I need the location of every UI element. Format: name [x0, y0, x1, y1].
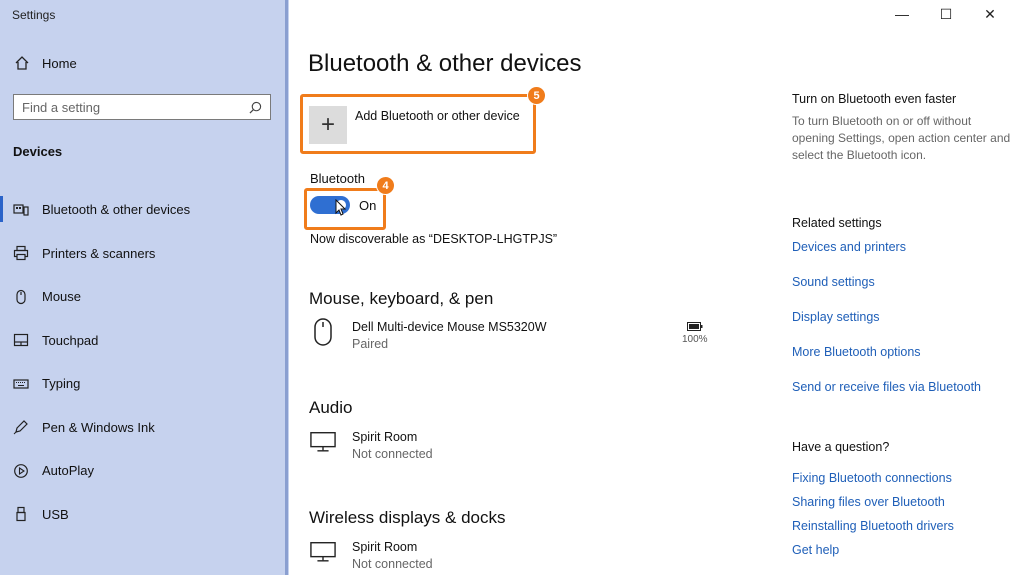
usb-icon: [16, 507, 26, 522]
sidebar: Settings Home Find a setting Devices Blu…: [0, 0, 289, 575]
link-display-settings[interactable]: Display settings: [792, 310, 880, 324]
device-mouse[interactable]: Dell Multi-device Mouse MS5320W Paired: [310, 318, 547, 351]
tip-title: Turn on Bluetooth even faster: [792, 92, 957, 106]
link-devices-printers[interactable]: Devices and printers: [792, 240, 906, 254]
link-sound-settings[interactable]: Sound settings: [792, 275, 875, 289]
mouse-icon: [310, 318, 336, 346]
sidebar-item-typing[interactable]: Typing: [0, 362, 285, 406]
battery-icon: [686, 322, 703, 331]
close-button[interactable]: ✕: [968, 6, 1012, 23]
sidebar-item-label: Typing: [42, 376, 81, 392]
sidebar-item-label: Bluetooth & other devices: [42, 202, 191, 218]
sidebar-item-label: AutoPlay: [42, 463, 95, 479]
tip-text: To turn Bluetooth on or off without open…: [792, 114, 1011, 162]
link-fixing-bluetooth[interactable]: Fixing Bluetooth connections: [792, 471, 952, 485]
add-device-label[interactable]: Add Bluetooth or other device: [355, 109, 520, 123]
sidebar-item-label: Printers & scanners: [42, 245, 156, 261]
section-audio: Audio: [309, 398, 353, 417]
sidebar-item-bluetooth[interactable]: Bluetooth & other devices: [0, 188, 285, 232]
home-icon: [15, 56, 29, 70]
search-icon: [249, 101, 262, 113]
monitor-icon: [310, 540, 336, 564]
pen-icon: [13, 420, 28, 435]
sidebar-item-usb[interactable]: USB: [0, 493, 285, 537]
bluetooth-label: Bluetooth: [310, 171, 365, 186]
sidebar-item-label: Pen & Windows Ink: [42, 419, 155, 435]
device-status: Not connected: [352, 447, 433, 461]
sidebar-item-label: USB: [42, 506, 69, 522]
device-name: Spirit Room: [352, 430, 418, 444]
sidebar-item-autoplay[interactable]: AutoPlay: [0, 449, 285, 493]
battery-level: 100%: [682, 334, 708, 345]
printer-icon: [13, 246, 29, 261]
sidebar-item-mouse[interactable]: Mouse: [0, 275, 285, 319]
step-badge-5: 5: [527, 86, 546, 105]
link-get-help[interactable]: Get help: [792, 543, 839, 557]
bluetooth-devices-icon: [13, 204, 29, 216]
add-device-button[interactable]: +: [309, 106, 347, 144]
home-nav-item[interactable]: Home: [14, 55, 77, 71]
discoverable-text: Now discoverable as “DESKTOP-LHGTPJS”: [310, 232, 558, 246]
device-name: Spirit Room: [352, 540, 418, 554]
link-reinstalling-drivers[interactable]: Reinstalling Bluetooth drivers: [792, 519, 954, 533]
link-send-receive-files[interactable]: Send or receive files via Bluetooth: [792, 380, 981, 394]
sidebar-item-touchpad[interactable]: Touchpad: [0, 319, 285, 363]
toggle-state-label: On: [359, 198, 377, 213]
section-mouse-keyboard-pen: Mouse, keyboard, & pen: [309, 289, 494, 308]
device-status: Paired: [352, 337, 389, 351]
window-controls: — ☐ ✕: [880, 6, 1012, 23]
keyboard-icon: [13, 379, 29, 389]
minimize-button[interactable]: —: [880, 6, 924, 23]
sidebar-item-pen[interactable]: Pen & Windows Ink: [0, 406, 285, 450]
app-title: Settings: [12, 8, 56, 22]
search-placeholder: Find a setting: [22, 99, 101, 115]
link-sharing-files[interactable]: Sharing files over Bluetooth: [792, 495, 945, 509]
section-wireless-displays: Wireless displays & docks: [309, 508, 506, 527]
search-input[interactable]: Find a setting: [13, 94, 271, 120]
sidebar-item-label: Touchpad: [42, 332, 99, 348]
sidebar-nav: Bluetooth & other devices Printers & sca…: [0, 188, 285, 536]
device-status: Not connected: [352, 557, 433, 571]
section-title-devices: Devices: [13, 144, 63, 159]
sidebar-scrollbar[interactable]: [285, 0, 288, 575]
sidebar-item-label: Mouse: [42, 289, 82, 305]
maximize-button[interactable]: ☐: [924, 6, 968, 23]
link-more-bluetooth-options[interactable]: More Bluetooth options: [792, 345, 921, 359]
device-audio[interactable]: Spirit Room Not connected: [310, 430, 433, 461]
touchpad-icon: [13, 334, 29, 347]
battery-indicator: 100%: [682, 322, 708, 345]
cursor-icon: [335, 198, 347, 221]
plus-icon: +: [320, 111, 335, 138]
related-settings-title: Related settings: [792, 216, 882, 230]
mouse-icon: [16, 289, 26, 304]
question-title: Have a question?: [792, 440, 890, 454]
home-label: Home: [42, 55, 77, 71]
page-title: Bluetooth & other devices: [308, 50, 582, 77]
sidebar-item-printers[interactable]: Printers & scanners: [0, 232, 285, 276]
tip-panel: Turn on Bluetooth even faster To turn Bl…: [792, 92, 1012, 164]
monitor-icon: [310, 430, 336, 454]
device-name: Dell Multi-device Mouse MS5320W: [352, 320, 547, 334]
device-wireless[interactable]: Spirit Room Not connected: [310, 540, 433, 571]
step-badge-4: 4: [376, 176, 395, 195]
autoplay-icon: [14, 463, 28, 478]
